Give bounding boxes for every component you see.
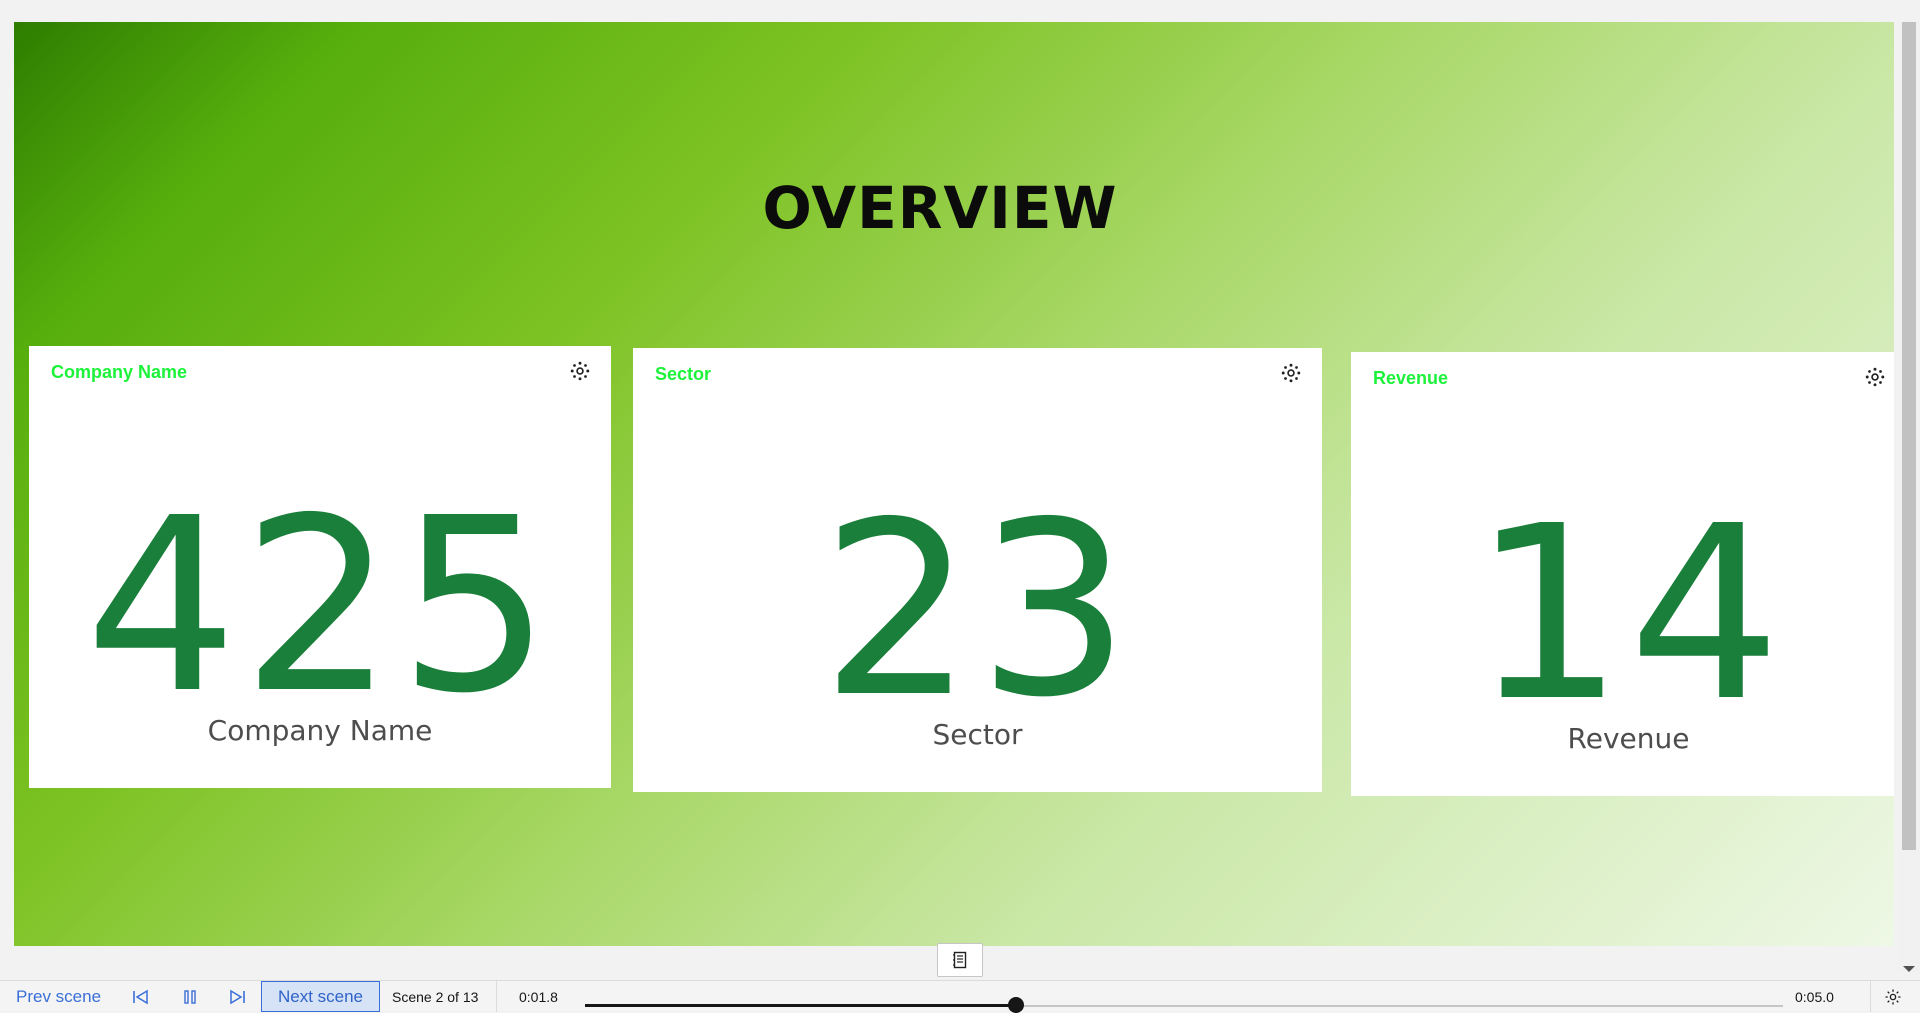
gear-icon[interactable] [1280, 362, 1302, 384]
pause-icon[interactable] [182, 981, 198, 1012]
next-scene-button[interactable]: Next scene [261, 981, 380, 1012]
divider [496, 981, 497, 1012]
settings-icon[interactable] [1884, 981, 1902, 1012]
skip-forward-icon[interactable] [228, 981, 246, 1012]
timeline-progress [585, 1004, 1017, 1007]
playback-bar: Prev scene Next scene Scene 2 of 13 0:01… [0, 980, 1920, 1013]
notes-icon [953, 951, 967, 969]
kpi-value: 23 [820, 470, 1135, 750]
kpi-caption: Revenue [1567, 722, 1690, 755]
gear-icon[interactable] [569, 360, 591, 382]
current-time: 0:01.8 [519, 988, 558, 1005]
card-title: Revenue [1373, 368, 1449, 388]
kpi-caption: Sector [932, 718, 1023, 751]
kpi-card-sector[interactable]: Sector 23 Sector [633, 348, 1322, 792]
vertical-scrollbar[interactable] [1898, 22, 1920, 972]
kpi-value: 14 [1471, 474, 1786, 754]
kpi-card-revenue[interactable]: Revenue 14 Revenue [1351, 352, 1894, 796]
card-title: Company Name [51, 362, 188, 382]
scroll-down-arrow-icon[interactable] [1903, 966, 1915, 972]
card-title: Sector [655, 364, 712, 384]
kpi-value: 425 [84, 466, 556, 746]
scrollbar-thumb[interactable] [1902, 22, 1916, 850]
notes-toggle-button[interactable] [937, 943, 983, 977]
kpi-card-company-name[interactable]: Company Name 425 Company Name [29, 346, 611, 788]
timeline-slider[interactable] [585, 997, 1783, 1013]
skip-back-icon[interactable] [132, 981, 150, 1012]
prev-scene-button[interactable]: Prev scene [16, 981, 101, 1012]
gear-icon[interactable] [1864, 366, 1886, 388]
kpi-caption: Company Name [207, 714, 433, 747]
scene-counter: Scene 2 of 13 [392, 988, 479, 1005]
divider [1870, 981, 1871, 1012]
dashboard-canvas: OVERVIEW Company Name 425 Company Name S… [14, 22, 1894, 946]
total-time: 0:05.0 [1795, 988, 1834, 1005]
page-title: OVERVIEW [762, 174, 1118, 242]
